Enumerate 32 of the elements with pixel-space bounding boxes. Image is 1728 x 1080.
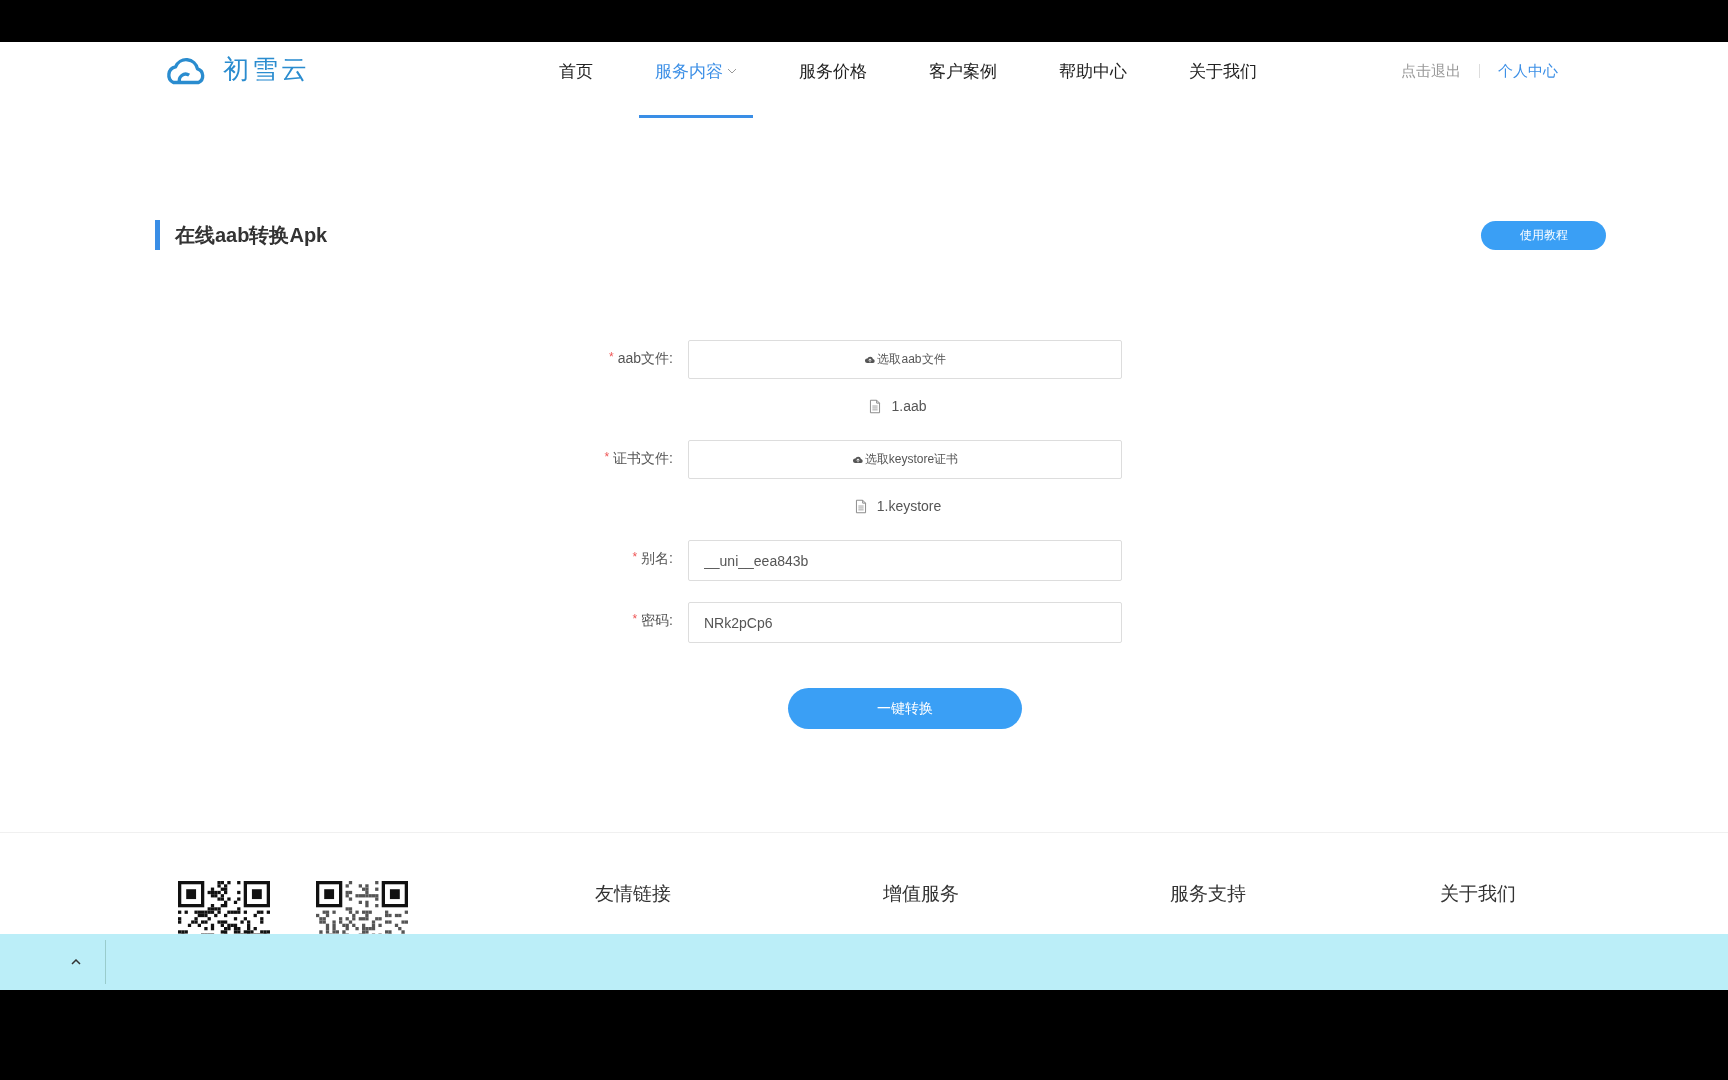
file-name: 1.aab [891, 398, 927, 414]
cloud-upload-icon [864, 354, 877, 365]
nav-link[interactable]: 首页 [543, 42, 609, 118]
input-field[interactable]: NRk2pCp6 [688, 602, 1122, 643]
field-label: 密码: [641, 612, 673, 630]
field-label: 证书文件: [613, 450, 673, 468]
nav-link[interactable]: 客户案例 [913, 42, 1013, 118]
nav-link[interactable]: 关于我们 [1173, 42, 1273, 118]
file-icon [854, 498, 867, 514]
logo-text[interactable]: 初雪云 [223, 52, 310, 87]
upload-button[interactable]: 选取keystore证书 [688, 440, 1122, 479]
caret-icon[interactable] [71, 959, 81, 965]
nav-link[interactable]: 帮助中心 [1043, 42, 1143, 118]
nav-link[interactable]: 服务价格 [783, 42, 883, 118]
page-title: 在线aab转换Apk [155, 220, 328, 250]
footer-heading: 服务支持 [1170, 882, 1248, 906]
required-mark: * [632, 550, 638, 564]
input-field[interactable]: __uni__eea843b [688, 540, 1122, 581]
file-name: 1.keystore [876, 498, 942, 514]
footer-heading: 友情链接 [594, 882, 672, 906]
file-icon [869, 398, 882, 414]
cloud-upload-icon [851, 454, 864, 465]
required-mark: * [609, 350, 614, 364]
upload-button[interactable]: 选取aab文件 [688, 340, 1122, 379]
footer-heading: 增值服务 [882, 882, 960, 906]
required-mark: * [604, 450, 610, 464]
nav-link[interactable]: 服务内容 [639, 42, 753, 118]
field-label: 别名: [641, 550, 673, 568]
required-mark: * [632, 612, 638, 626]
user-link[interactable]: 个人中心 [1498, 62, 1558, 81]
field-label: aab文件: [617, 350, 673, 368]
footer-heading: 关于我们 [1440, 882, 1518, 906]
